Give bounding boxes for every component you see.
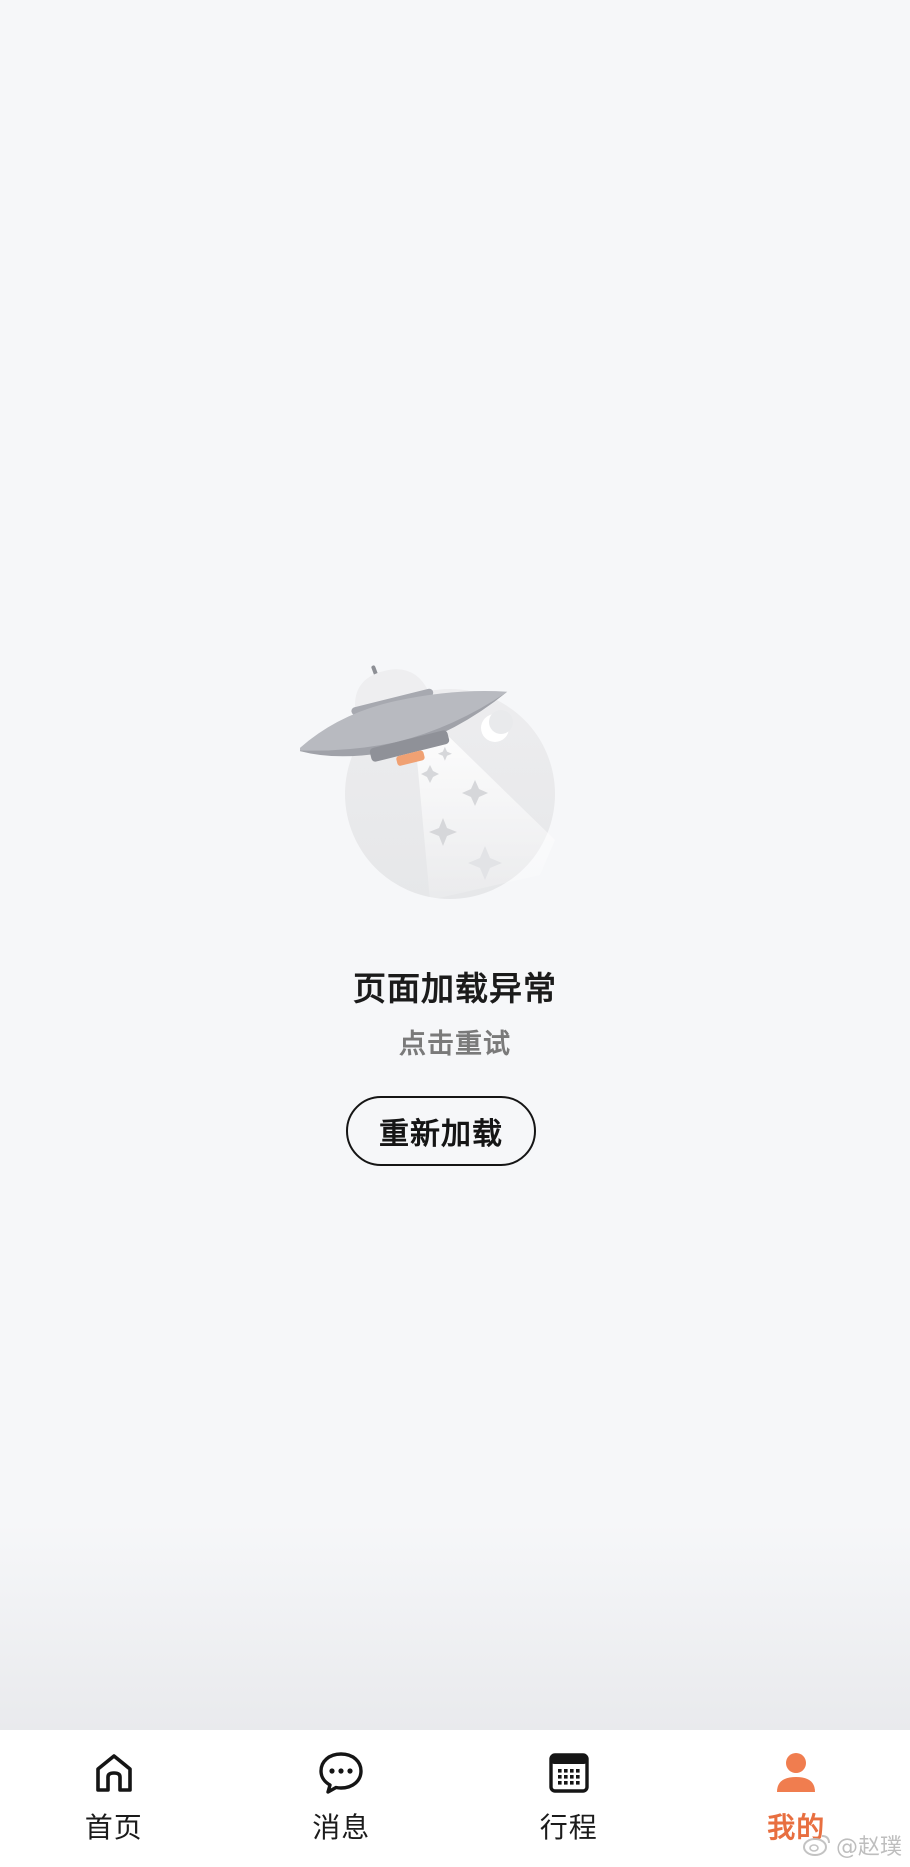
tab-home-label: 首页	[84, 1811, 143, 1844]
main-content: 页面加载异常 点击重试 重新加载	[0, 0, 910, 1730]
bottom-tab-bar: 首页 消息 行程 我的 @赵璞	[0, 1730, 910, 1867]
tab-itinerary-label: 行程	[539, 1811, 598, 1844]
home-icon	[89, 1748, 139, 1798]
retry-hint[interactable]: 点击重试	[0, 1022, 910, 1061]
watermark-text: @赵璞	[835, 1835, 902, 1860]
calendar-icon	[544, 1748, 594, 1798]
tab-messages[interactable]: 消息	[228, 1730, 456, 1867]
user-icon	[771, 1748, 821, 1798]
ufo-illustration	[297, 620, 600, 920]
weibo-watermark: @赵璞	[802, 1829, 902, 1861]
reload-button[interactable]: 重新加载	[346, 1096, 536, 1166]
tab-home[interactable]: 首页	[0, 1730, 228, 1867]
tab-itinerary[interactable]: 行程	[455, 1730, 683, 1867]
chat-bubble-icon	[316, 1748, 366, 1798]
tab-messages-label: 消息	[312, 1811, 371, 1844]
error-title: 页面加载异常	[353, 969, 557, 1008]
weibo-icon	[802, 1835, 830, 1856]
